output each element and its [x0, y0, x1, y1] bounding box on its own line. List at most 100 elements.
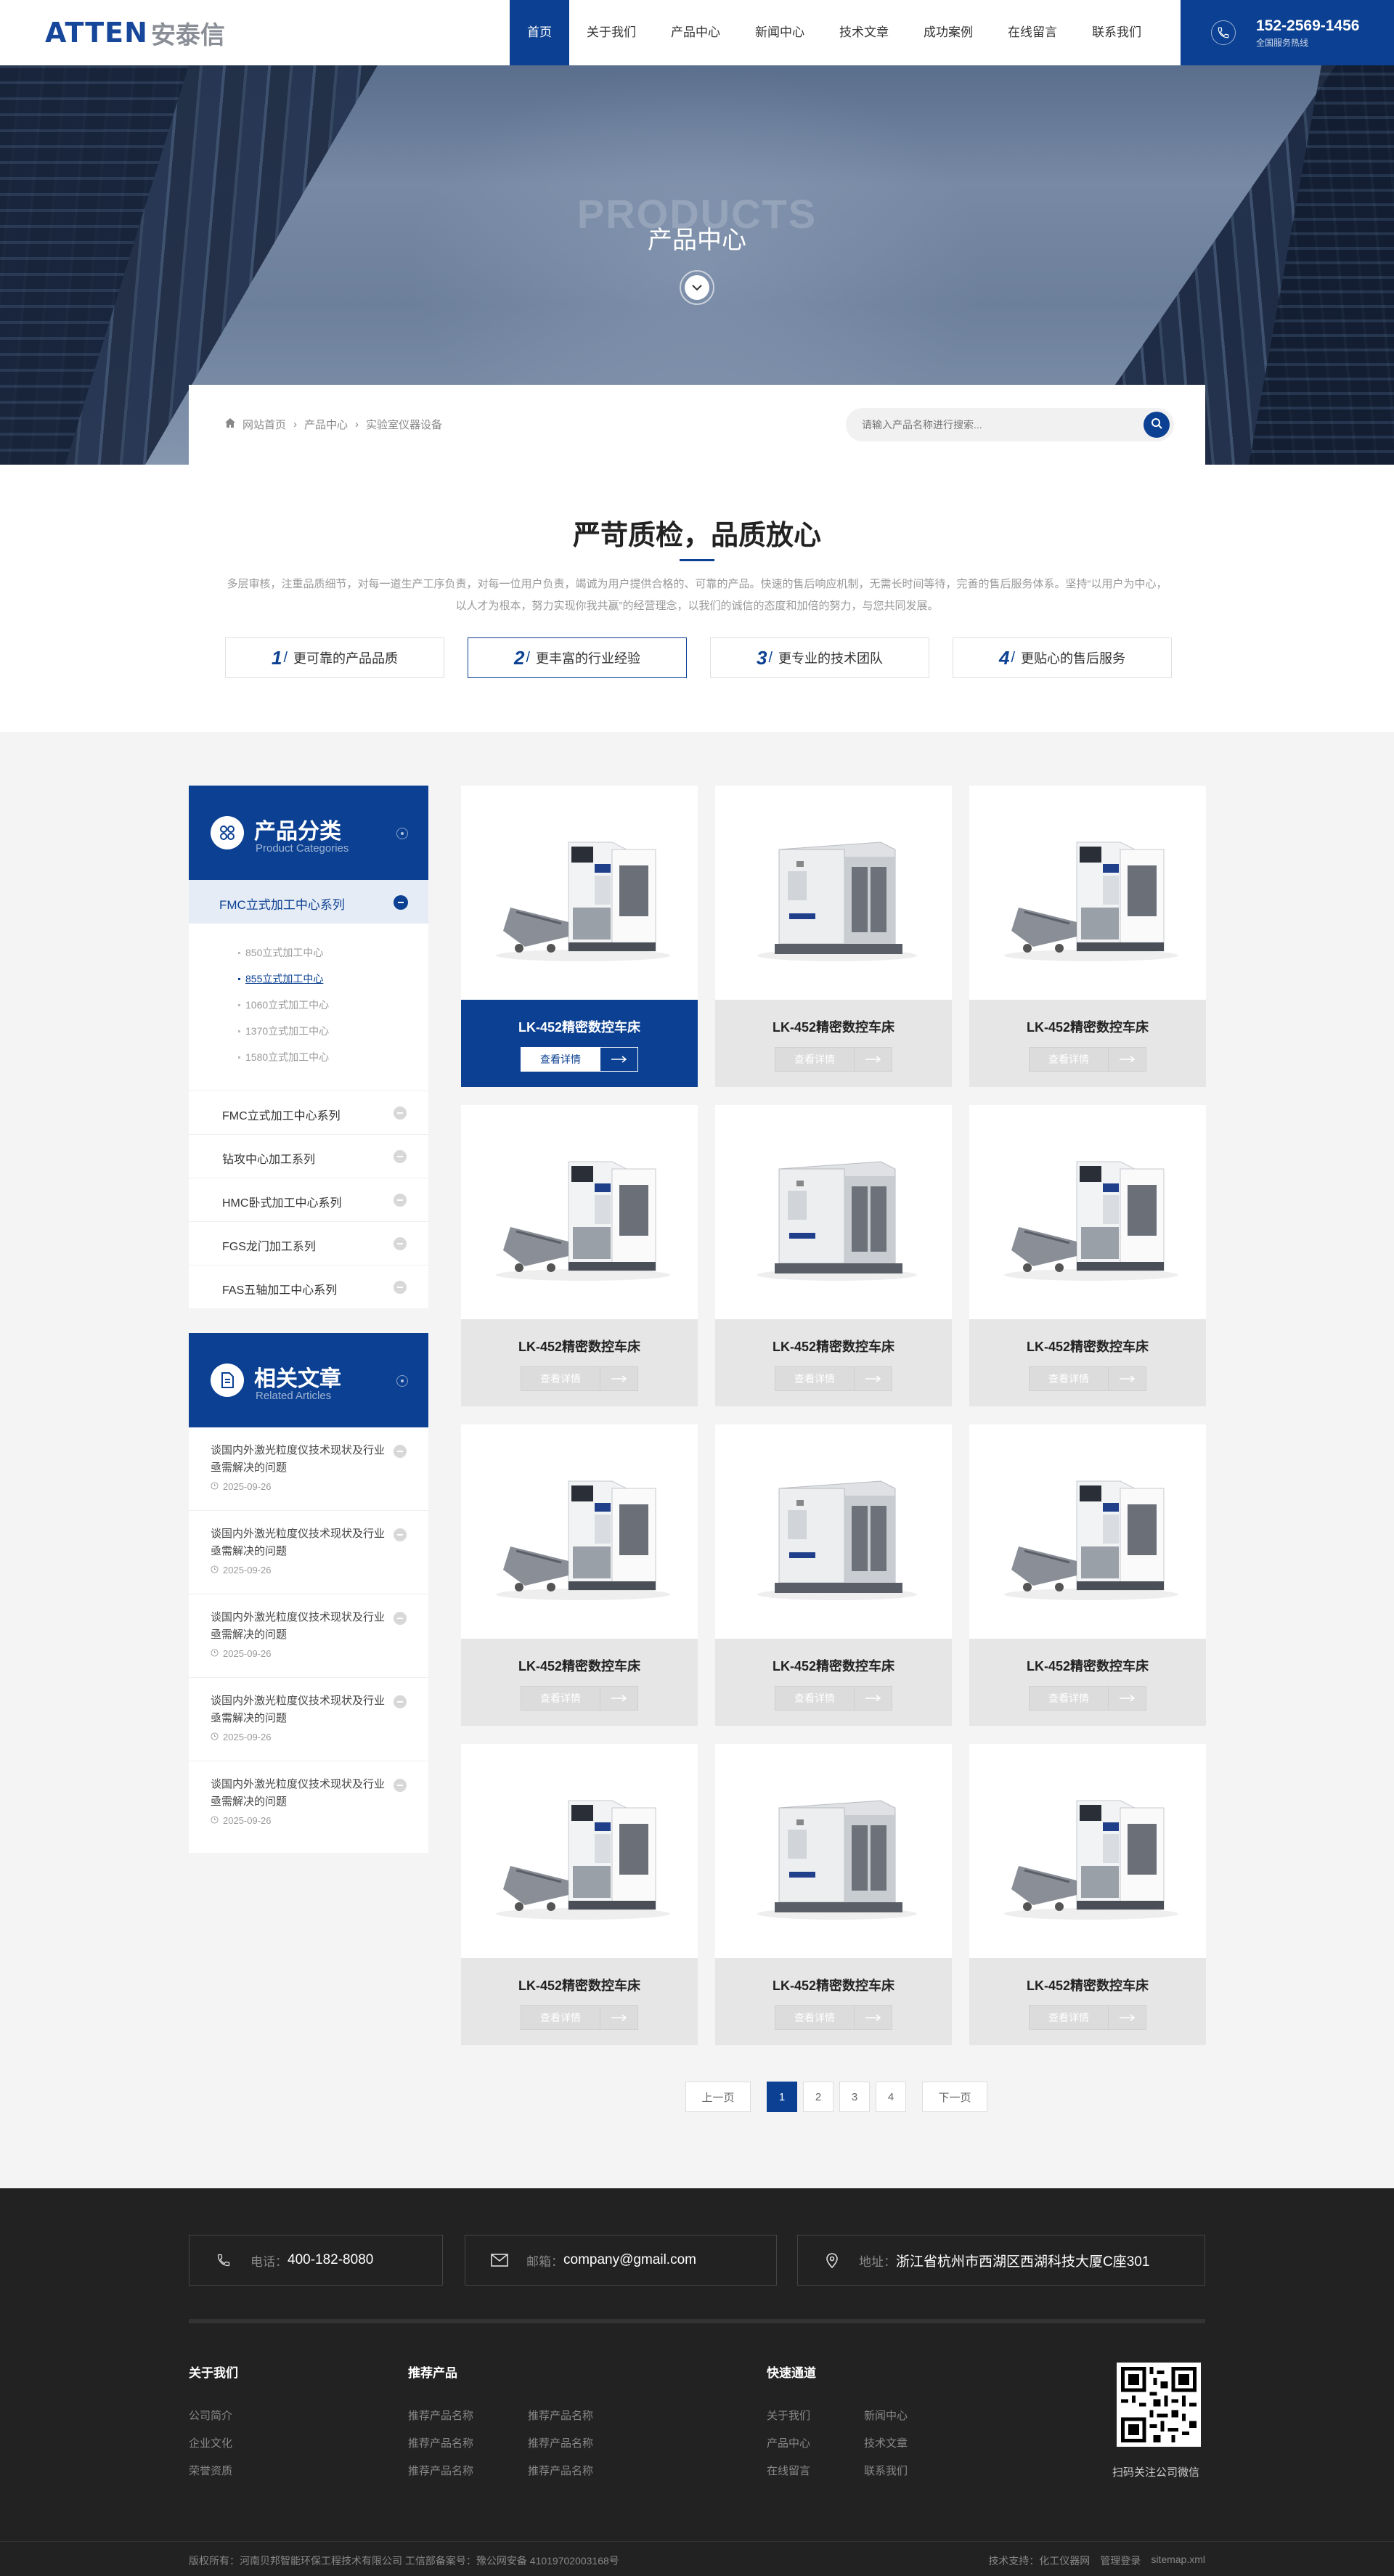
product-name[interactable]: LK-452精密数控车床: [969, 1656, 1206, 1675]
product-image[interactable]: [715, 1424, 952, 1639]
footer-link[interactable]: 新闻中心: [864, 2408, 908, 2423]
footer-link[interactable]: 产品中心: [767, 2435, 810, 2450]
product-image[interactable]: [461, 1105, 698, 1319]
category-item[interactable]: FGS龙门加工系列: [189, 1221, 428, 1265]
footer-link[interactable]: 联系我们: [864, 2463, 908, 2478]
category-item[interactable]: FMC立式加工中心系列: [189, 1091, 428, 1134]
view-details-button[interactable]: 查看详情: [775, 2005, 892, 2030]
article-item[interactable]: 谈国内外激光粒度仪技术现状及行业亟需解决的问题 2025-09-26: [189, 1678, 428, 1761]
product-card[interactable]: LK-452精密数控车床 查看详情: [461, 1105, 698, 1406]
view-details-button[interactable]: 查看详情: [1029, 1047, 1146, 1072]
page-button[interactable]: 2: [803, 2082, 833, 2112]
article-item[interactable]: 谈国内外激光粒度仪技术现状及行业亟需解决的问题 2025-09-26: [189, 1761, 428, 1845]
search-button[interactable]: [1144, 412, 1170, 438]
prev-page-button[interactable]: 上一页: [685, 2082, 751, 2112]
nav-home[interactable]: 首页: [510, 0, 569, 65]
expand-icon[interactable]: [394, 1695, 407, 1708]
product-name[interactable]: LK-452精密数控车床: [715, 1656, 952, 1675]
view-details-button[interactable]: 查看详情: [521, 1047, 638, 1072]
subcategory-item[interactable]: 1370立式加工中心: [237, 1018, 329, 1044]
footer-link[interactable]: 推荐产品名称: [408, 2408, 473, 2423]
product-name[interactable]: LK-452精密数控车床: [461, 1017, 698, 1036]
product-name[interactable]: LK-452精密数控车床: [461, 1337, 698, 1356]
subcategory-item[interactable]: 850立式加工中心: [237, 939, 329, 966]
page-button[interactable]: 4: [876, 2082, 906, 2112]
view-details-button[interactable]: 查看详情: [521, 1686, 638, 1711]
footer-link[interactable]: 公司简介: [189, 2408, 232, 2423]
expand-icon[interactable]: [394, 1237, 407, 1250]
article-item[interactable]: 谈国内外激光粒度仪技术现状及行业亟需解决的问题 2025-09-26: [189, 1511, 428, 1594]
subcategory-item[interactable]: 1580立式加工中心: [237, 1044, 329, 1070]
quality-item[interactable]: 1/ 更可靠的产品品质: [225, 637, 444, 678]
product-name[interactable]: LK-452精密数控车床: [969, 1976, 1206, 1994]
product-image[interactable]: [969, 786, 1206, 1000]
product-name[interactable]: LK-452精密数控车床: [715, 1976, 952, 1994]
footer-link[interactable]: 推荐产品名称: [408, 2435, 473, 2450]
product-card[interactable]: LK-452精密数控车床 查看详情: [969, 1105, 1206, 1406]
footer-link[interactable]: 推荐产品名称: [528, 2435, 593, 2450]
quality-item[interactable]: 3/ 更专业的技术团队: [710, 637, 929, 678]
nav-news[interactable]: 新闻中心: [738, 0, 822, 65]
footer-link[interactable]: 在线留言: [767, 2463, 810, 2478]
expand-icon[interactable]: [394, 1106, 407, 1120]
expand-icon[interactable]: [394, 1779, 407, 1792]
subcategory-item[interactable]: 855立式加工中心: [237, 966, 329, 992]
product-image[interactable]: [969, 1744, 1206, 1958]
product-image[interactable]: [715, 1105, 952, 1319]
product-name[interactable]: LK-452精密数控车床: [715, 1017, 952, 1036]
view-details-button[interactable]: 查看详情: [1029, 1686, 1146, 1711]
nav-cases[interactable]: 成功案例: [906, 0, 990, 65]
category-item[interactable]: FAS五轴加工中心系列: [189, 1265, 428, 1308]
footer-link[interactable]: 推荐产品名称: [528, 2463, 593, 2478]
expand-icon[interactable]: [394, 1150, 407, 1163]
article-item[interactable]: 谈国内外激光粒度仪技术现状及行业亟需解决的问题 2025-09-26: [189, 1427, 428, 1511]
scroll-down-button[interactable]: [680, 270, 714, 305]
expand-icon[interactable]: [394, 1612, 407, 1625]
product-name[interactable]: LK-452精密数控车床: [715, 1337, 952, 1356]
footer-link[interactable]: 技术文章: [864, 2435, 908, 2450]
expand-icon[interactable]: [394, 1281, 407, 1294]
nav-products[interactable]: 产品中心: [653, 0, 738, 65]
product-image[interactable]: [969, 1424, 1206, 1639]
product-card[interactable]: LK-452精密数控车床 查看详情: [715, 1105, 952, 1406]
breadcrumb-home[interactable]: 网站首页: [242, 417, 286, 432]
logo[interactable]: ATTEN 安泰信: [45, 16, 225, 50]
breadcrumb-current[interactable]: 实验室仪器设备: [366, 417, 442, 432]
product-image[interactable]: [715, 1744, 952, 1958]
product-name[interactable]: LK-452精密数控车床: [461, 1976, 698, 1994]
expand-icon[interactable]: [394, 1194, 407, 1207]
product-card[interactable]: LK-452精密数控车床查看详情: [461, 786, 698, 1087]
view-details-button[interactable]: 查看详情: [1029, 1366, 1146, 1391]
product-card[interactable]: LK-452精密数控车床查看详情: [461, 1424, 698, 1726]
view-details-button[interactable]: 查看详情: [775, 1047, 892, 1072]
view-details-button[interactable]: 查看详情: [521, 2005, 638, 2030]
product-name[interactable]: LK-452精密数控车床: [461, 1656, 698, 1675]
nav-message[interactable]: 在线留言: [990, 0, 1075, 65]
page-button[interactable]: 1: [767, 2082, 797, 2112]
category-item[interactable]: 钻攻中心加工系列: [189, 1134, 428, 1178]
collapse-icon[interactable]: [394, 895, 408, 910]
article-item[interactable]: 谈国内外激光粒度仪技术现状及行业亟需解决的问题 2025-09-26: [189, 1594, 428, 1678]
view-details-button[interactable]: 查看详情: [775, 1686, 892, 1711]
category-item-active[interactable]: FMC立式加工中心系列: [189, 880, 428, 924]
search-input[interactable]: [862, 408, 1123, 441]
view-details-button[interactable]: 查看详情: [1029, 2005, 1146, 2030]
product-card[interactable]: LK-452精密数控车床查看详情: [969, 786, 1206, 1087]
product-name[interactable]: LK-452精密数控车床: [969, 1017, 1206, 1036]
product-card[interactable]: LK-452精密数控车床查看详情: [715, 786, 952, 1087]
footer-link[interactable]: 荣誉资质: [189, 2463, 232, 2478]
footer-email-value[interactable]: company@gmail.com: [563, 2252, 696, 2268]
product-image[interactable]: [715, 786, 952, 1000]
product-card[interactable]: LK-452精密数控车床查看详情: [715, 1424, 952, 1726]
nav-articles[interactable]: 技术文章: [822, 0, 906, 65]
next-page-button[interactable]: 下一页: [922, 2082, 987, 2112]
product-card[interactable]: LK-452精密数控车床查看详情: [969, 1744, 1206, 2045]
sitemap-link[interactable]: sitemap.xml: [1151, 2553, 1205, 2568]
page-button[interactable]: 3: [839, 2082, 870, 2112]
product-card[interactable]: LK-452精密数控车床查看详情: [715, 1744, 952, 2045]
subcategory-item[interactable]: 1060立式加工中心: [237, 992, 329, 1018]
footer-link[interactable]: 关于我们: [767, 2408, 810, 2423]
product-image[interactable]: [461, 1424, 698, 1639]
footer-link[interactable]: 推荐产品名称: [408, 2463, 473, 2478]
quality-item[interactable]: 4/ 更贴心的售后服务: [953, 637, 1172, 678]
